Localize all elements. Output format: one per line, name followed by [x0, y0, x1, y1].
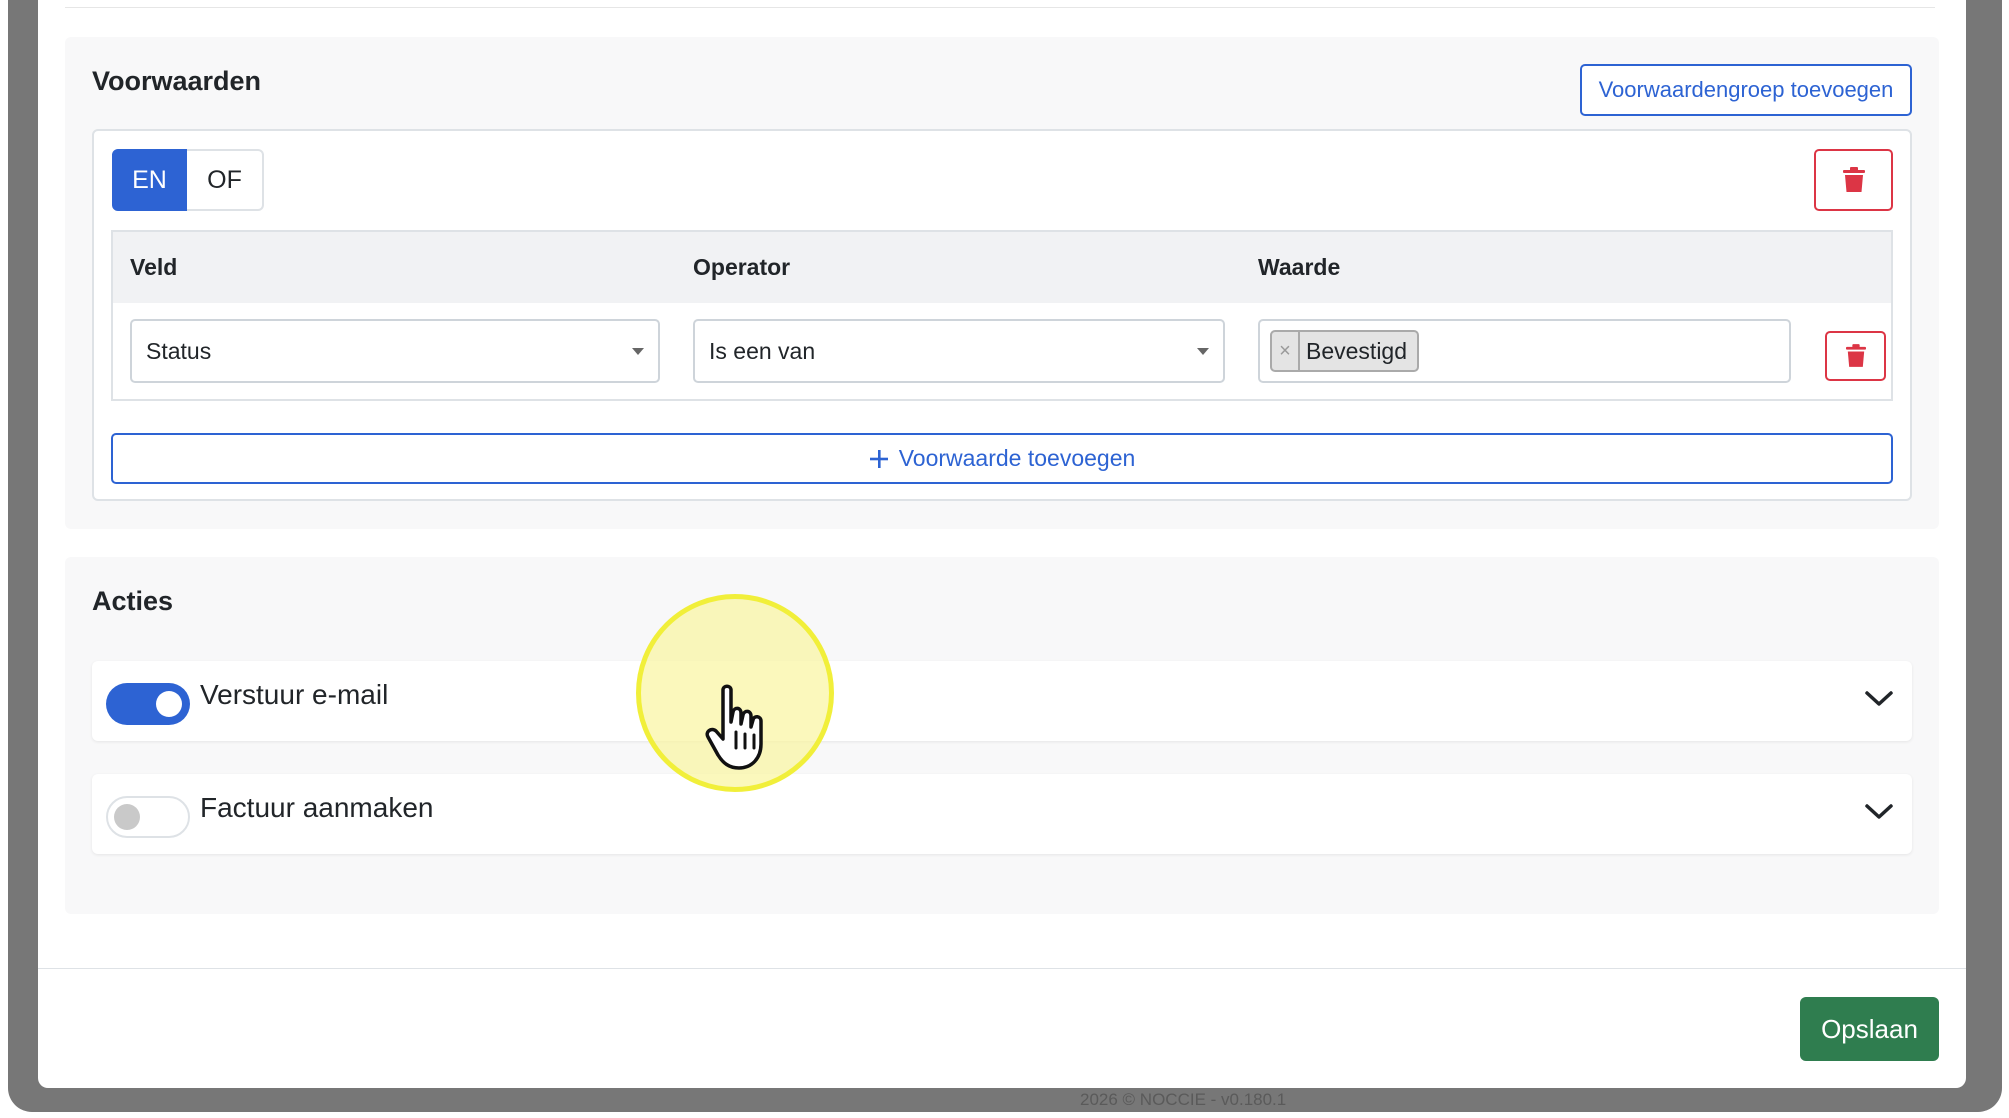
- delete-condition-button[interactable]: [1825, 331, 1886, 381]
- logic-and-button[interactable]: EN: [112, 149, 187, 211]
- create-invoice-switch[interactable]: [106, 796, 190, 838]
- action-label: Factuur aanmaken: [200, 792, 434, 823]
- column-header-operator: Operator: [693, 254, 791, 280]
- column-header-veld: Veld: [130, 254, 178, 280]
- operator-select[interactable]: Is een van: [693, 319, 1225, 383]
- top-divider: [65, 7, 1935, 8]
- action-row-create-invoice[interactable]: Factuur aanmaken: [92, 774, 1912, 854]
- plus-icon: [869, 449, 888, 468]
- switch-knob: [114, 804, 140, 830]
- field-select-value: Status: [146, 337, 212, 364]
- logic-or-button[interactable]: OF: [187, 149, 264, 211]
- add-condition-button[interactable]: Voorwaarde toevoegen: [111, 433, 1893, 484]
- send-email-switch[interactable]: [106, 683, 190, 725]
- add-condition-label: Voorwaarde toevoegen: [898, 445, 1136, 471]
- table-header: [113, 232, 1891, 303]
- action-label: Verstuur e-mail: [200, 679, 389, 710]
- conditions-heading: Voorwaarden: [92, 66, 262, 96]
- operator-select-value: Is een van: [709, 337, 816, 364]
- value-tag-label: Bevestigd: [1306, 337, 1408, 364]
- value-tag: × Bevestigd: [1270, 330, 1420, 372]
- chevron-down-icon[interactable]: [1864, 802, 1894, 822]
- action-row-send-email[interactable]: Verstuur e-mail: [92, 661, 1912, 741]
- trash-icon: [1842, 167, 1865, 192]
- logic-toggle: EN OF: [112, 149, 264, 211]
- remove-tag-icon[interactable]: ×: [1272, 332, 1300, 370]
- field-select[interactable]: Status: [130, 319, 660, 383]
- hand-pointer-icon: [705, 684, 763, 770]
- caret-down-icon: [1197, 348, 1209, 355]
- copyright-text: 2026 © NOCCIE - v0.180.1: [1080, 1090, 1287, 1109]
- add-condition-group-button[interactable]: Voorwaardengroep toevoegen: [1580, 64, 1912, 116]
- switch-knob: [156, 691, 182, 717]
- footer-divider: [38, 968, 1966, 969]
- column-header-waarde: Waarde: [1258, 254, 1341, 280]
- chevron-down-icon[interactable]: [1864, 689, 1894, 709]
- delete-group-button[interactable]: [1814, 149, 1893, 211]
- conditions-table: Veld Operator Waarde Status Is een van ×…: [111, 230, 1893, 401]
- value-multiselect[interactable]: × Bevestigd: [1258, 319, 1791, 383]
- trash-icon: [1845, 344, 1866, 367]
- caret-down-icon: [632, 348, 644, 355]
- save-button[interactable]: Opslaan: [1800, 997, 1939, 1061]
- actions-heading: Acties: [92, 586, 174, 616]
